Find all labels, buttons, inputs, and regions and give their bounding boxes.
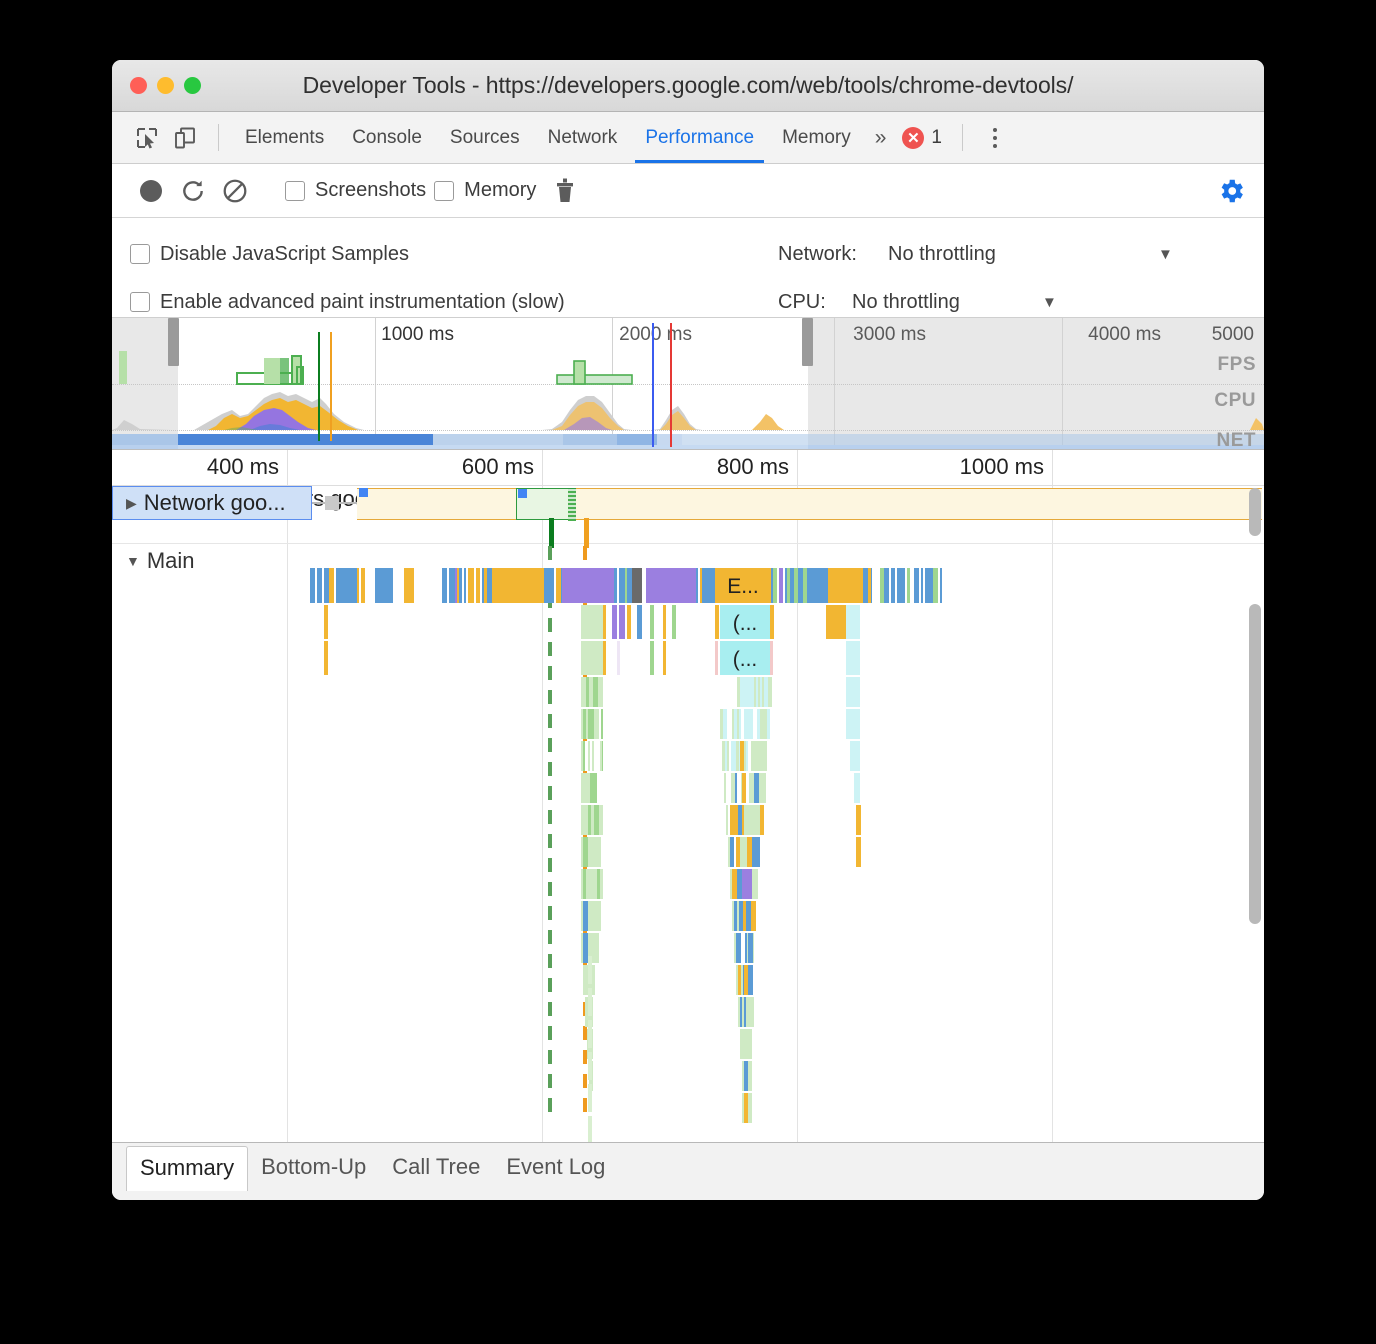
screenshots-checkbox[interactable]: Screenshots xyxy=(285,179,426,202)
overview-cpu-label: CPU xyxy=(1214,390,1256,411)
ruler-tick xyxy=(542,450,543,485)
collect-garbage-icon[interactable] xyxy=(544,178,586,204)
tab-label: Elements xyxy=(245,126,325,148)
error-count: 1 xyxy=(931,126,942,148)
record-toolbar: Screenshots Memory xyxy=(112,164,1264,218)
capture-settings-pane: Disable JavaScript Samples Network: No t… xyxy=(112,218,1264,318)
window-title: Developer Tools - https://developers.goo… xyxy=(302,72,1074,98)
tab-console[interactable]: Console xyxy=(338,112,436,163)
ruler-tick xyxy=(1052,450,1053,485)
timeline-overview[interactable]: 1000 ms 2000 ms 3000 ms 4000 ms 5000 FPS… xyxy=(112,318,1264,450)
flame-chart[interactable]: E... (... (... xyxy=(112,486,1264,1191)
tab-call-tree[interactable]: Call Tree xyxy=(379,1146,493,1190)
settings-row-1: Disable JavaScript Samples Network: No t… xyxy=(130,230,1246,278)
screenshots-label: Screenshots xyxy=(315,179,427,201)
overview-fps-label: FPS xyxy=(1217,354,1256,375)
tab-label: Call Tree xyxy=(392,1154,481,1179)
window-titlebar: Developer Tools - https://developers.goo… xyxy=(112,60,1264,112)
tab-label: Event Log xyxy=(506,1154,606,1179)
more-tabs-glyph: » xyxy=(874,125,887,149)
memory-checkbox[interactable]: Memory xyxy=(434,179,536,202)
tabstrip-divider xyxy=(218,124,219,151)
overview-graphs xyxy=(112,351,1264,449)
network-scrollbar[interactable] xyxy=(1249,488,1261,536)
svg-text:(...: (... xyxy=(733,612,758,635)
paint-instrumentation-box xyxy=(130,292,150,312)
timeline-ruler: 400 ms 600 ms 800 ms 1000 ms 120 xyxy=(112,450,1264,486)
tab-network[interactable]: Network xyxy=(534,112,632,163)
tab-elements[interactable]: Elements xyxy=(231,112,338,163)
error-badge[interactable]: ✕ 1 xyxy=(896,112,948,163)
ruler-tick xyxy=(797,450,798,485)
close-button[interactable] xyxy=(130,77,147,94)
kebab-menu-icon[interactable] xyxy=(975,112,1015,163)
load-marker xyxy=(330,332,332,441)
disable-js-samples-box xyxy=(130,244,150,264)
timeline-tracks[interactable]: script_foot.js elopers.google.com) ▶ Int… xyxy=(112,486,1264,1191)
svg-text:(...: (... xyxy=(733,648,758,671)
network-throttling-label: Network: xyxy=(778,242,857,265)
paint-instrumentation-label: Enable advanced paint instrumentation (s… xyxy=(160,290,565,313)
ruler-label: 400 ms xyxy=(206,454,279,479)
tab-label: Bottom-Up xyxy=(261,1154,367,1179)
dcl-marker xyxy=(318,332,320,441)
tab-label: Network xyxy=(547,126,618,148)
lcp-marker xyxy=(670,323,672,447)
memory-label: Memory xyxy=(464,179,537,201)
screenshots-checkbox-box xyxy=(285,180,305,201)
clear-recording-button[interactable] xyxy=(214,178,256,204)
more-tabs-icon[interactable]: » xyxy=(865,112,897,163)
tab-label: Memory xyxy=(782,126,851,148)
devtools-window: Developer Tools - https://developers.goo… xyxy=(112,60,1264,1200)
network-throttling-caret-icon[interactable]: ▼ xyxy=(1158,246,1173,263)
ruler-label: 800 ms xyxy=(716,454,789,479)
fp-marker xyxy=(652,323,654,447)
disable-js-samples-label: Disable JavaScript Samples xyxy=(160,242,409,265)
tab-label: Sources xyxy=(449,126,520,148)
tab-performance[interactable]: Performance xyxy=(631,112,768,163)
ruler-tick xyxy=(287,450,288,485)
devtools-tabstrip: Elements Console Sources Network Perform… xyxy=(112,112,1264,164)
memory-checkbox-box xyxy=(434,180,455,201)
overview-net-label: NET xyxy=(1216,430,1256,450)
main-scrollbar[interactable] xyxy=(1249,604,1261,924)
minimize-button[interactable] xyxy=(157,77,174,94)
paint-instrumentation-checkbox[interactable]: Enable advanced paint instrumentation (s… xyxy=(130,291,770,314)
tabstrip-divider-2 xyxy=(961,124,963,151)
tab-label: Performance xyxy=(645,126,755,148)
ruler-label: 120 xyxy=(1263,454,1264,480)
tab-label: Summary xyxy=(140,1155,235,1180)
disable-js-samples-checkbox[interactable]: Disable JavaScript Samples xyxy=(130,243,770,266)
overview-left-handle[interactable] xyxy=(168,318,179,366)
tab-label: Console xyxy=(352,126,422,148)
maximize-button[interactable] xyxy=(184,77,201,94)
inspect-element-icon[interactable] xyxy=(128,112,166,163)
tab-memory[interactable]: Memory xyxy=(768,112,865,163)
cpu-throttling-caret-icon[interactable]: ▼ xyxy=(1042,294,1057,311)
drawer-tabbar: Summary Bottom-Up Call Tree Event Log xyxy=(112,1142,1264,1200)
error-icon: ✕ xyxy=(902,126,925,149)
reload-and-record-button[interactable] xyxy=(172,178,214,204)
tab-bottom-up[interactable]: Bottom-Up xyxy=(248,1146,379,1190)
network-throttling-value[interactable]: No throttling xyxy=(888,243,1158,266)
tab-sources[interactable]: Sources xyxy=(436,112,534,163)
cpu-throttling-value[interactable]: No throttling xyxy=(852,291,1042,314)
device-toolbar-icon[interactable] xyxy=(166,112,204,163)
overview-right-handle[interactable] xyxy=(802,318,813,366)
ruler-label: 600 ms xyxy=(461,454,534,479)
ruler-label: 1000 ms xyxy=(959,454,1044,479)
svg-text:E...: E... xyxy=(727,575,759,598)
tab-event-log[interactable]: Event Log xyxy=(493,1146,618,1190)
cpu-throttling-label: CPU: xyxy=(778,290,826,313)
record-button[interactable] xyxy=(130,178,172,204)
tab-summary[interactable]: Summary xyxy=(126,1146,249,1191)
capture-settings-icon[interactable] xyxy=(1216,176,1246,206)
